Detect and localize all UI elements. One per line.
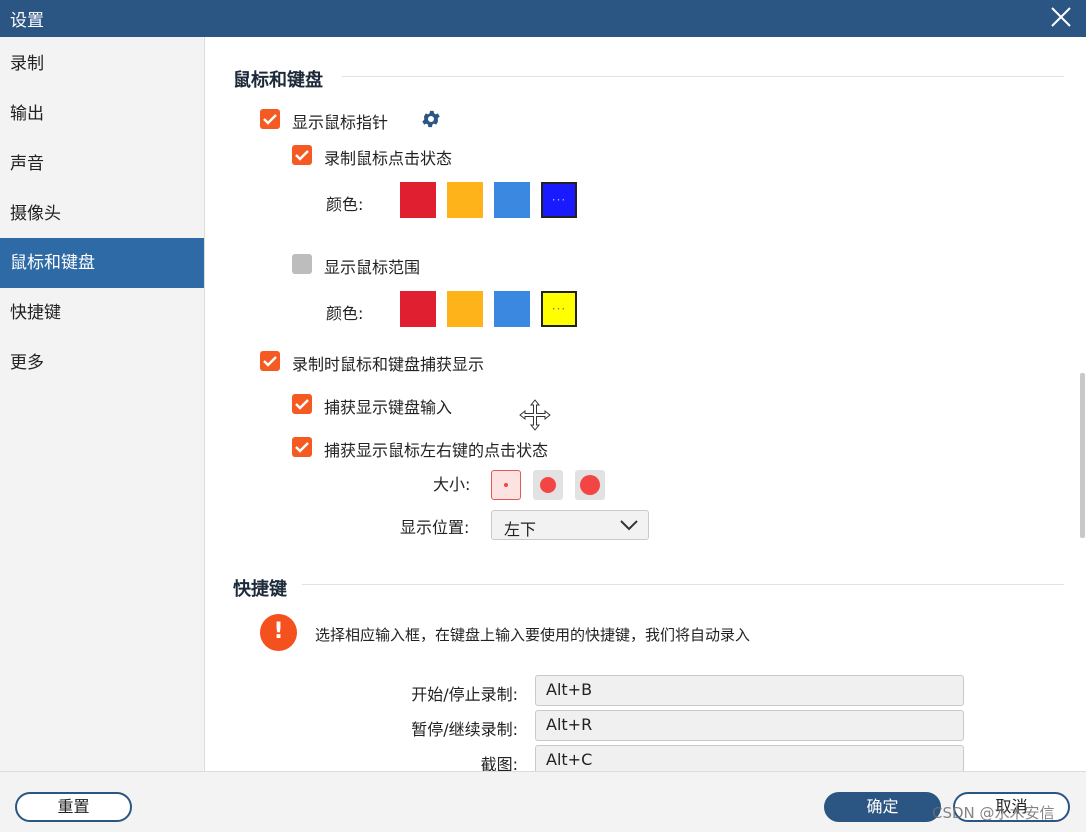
sidebar-item-camera[interactable]: 摄像头	[0, 189, 204, 239]
gear-icon[interactable]	[420, 108, 442, 130]
click-color-swatch-blue[interactable]	[494, 182, 530, 218]
more-dots-icon: ···	[551, 193, 567, 207]
range-color-label: 颜色:	[326, 304, 364, 323]
position-label: 显示位置:	[400, 518, 470, 537]
position-select[interactable]: 左下	[491, 510, 649, 540]
capture-display-label: 录制时鼠标和键盘捕获显示	[292, 355, 485, 374]
dot-large-icon	[580, 475, 600, 495]
show-range-label: 显示鼠标范围	[324, 258, 421, 277]
section-title-mouse-keyboard: 鼠标和键盘	[233, 70, 323, 91]
capture-keyboard-label: 捕获显示键盘输入	[324, 398, 453, 417]
dot-small-icon	[504, 483, 508, 487]
reset-button[interactable]: 重置	[15, 792, 132, 822]
title-bar: 设置	[0, 0, 1086, 37]
sidebar-item-more[interactable]: 更多	[0, 338, 204, 388]
watermark: CSDN @水木安信	[932, 804, 1055, 822]
hotkey-input-screenshot[interactable]: Alt+C	[535, 745, 964, 771]
scrollbar-thumb[interactable]	[1080, 373, 1085, 538]
sidebar-item-output[interactable]: 输出	[0, 89, 204, 139]
hotkey-label-start-stop: 开始/停止录制:	[411, 685, 518, 704]
capture-mouse-buttons-label: 捕获显示鼠标左右键的点击状态	[324, 441, 549, 460]
more-dots-icon: ···	[551, 302, 567, 316]
section-divider	[302, 584, 1064, 585]
sidebar-item-audio[interactable]: 声音	[0, 139, 204, 189]
warning-icon: !	[260, 614, 297, 651]
sidebar: 录制 输出 声音 摄像头 鼠标和键盘 快捷键 更多	[0, 37, 205, 771]
record-click-label: 录制鼠标点击状态	[324, 149, 453, 168]
move-cursor-icon	[519, 399, 551, 431]
click-color-swatch-custom[interactable]: ···	[541, 182, 577, 218]
dot-medium-icon	[540, 477, 556, 493]
show-pointer-checkbox[interactable]	[260, 109, 280, 129]
sidebar-item-hotkeys[interactable]: 快捷键	[0, 288, 204, 338]
window-title: 设置	[10, 11, 44, 31]
capture-mouse-buttons-checkbox[interactable]	[292, 437, 312, 457]
sidebar-item-mouse-keyboard[interactable]: 鼠标和键盘	[0, 238, 204, 288]
range-color-swatch-blue[interactable]	[494, 291, 530, 327]
footer: 重置 确定 取消	[0, 771, 1086, 832]
capture-keyboard-checkbox[interactable]	[292, 394, 312, 414]
click-color-swatch-red[interactable]	[400, 182, 436, 218]
range-color-swatch-orange[interactable]	[447, 291, 483, 327]
sidebar-item-record[interactable]: 录制	[0, 39, 204, 89]
hotkey-label-pause-resume: 暂停/继续录制:	[411, 720, 518, 739]
show-range-checkbox[interactable]	[292, 254, 312, 274]
chevron-down-icon	[620, 520, 638, 531]
range-color-swatch-custom[interactable]: ···	[541, 291, 577, 327]
range-color-swatch-red[interactable]	[400, 291, 436, 327]
click-color-swatch-orange[interactable]	[447, 182, 483, 218]
close-icon[interactable]	[1048, 4, 1074, 30]
size-small-button[interactable]	[491, 470, 521, 500]
hotkey-hint: 选择相应输入框，在键盘上输入要使用的快捷键，我们将自动录入	[315, 626, 751, 644]
record-click-checkbox[interactable]	[292, 145, 312, 165]
size-label: 大小:	[433, 475, 471, 494]
show-pointer-label: 显示鼠标指针	[292, 113, 389, 132]
ok-button[interactable]: 确定	[824, 792, 941, 822]
section-divider	[342, 76, 1064, 77]
section-title-hotkeys: 快捷键	[233, 579, 287, 600]
size-large-button[interactable]	[575, 470, 605, 500]
capture-display-checkbox[interactable]	[260, 351, 280, 371]
position-select-value: 左下	[504, 520, 537, 539]
hotkey-input-start-stop[interactable]: Alt+B	[535, 675, 964, 706]
size-medium-button[interactable]	[533, 470, 563, 500]
hotkey-input-pause-resume[interactable]: Alt+R	[535, 710, 964, 741]
click-color-label: 颜色:	[326, 195, 364, 214]
